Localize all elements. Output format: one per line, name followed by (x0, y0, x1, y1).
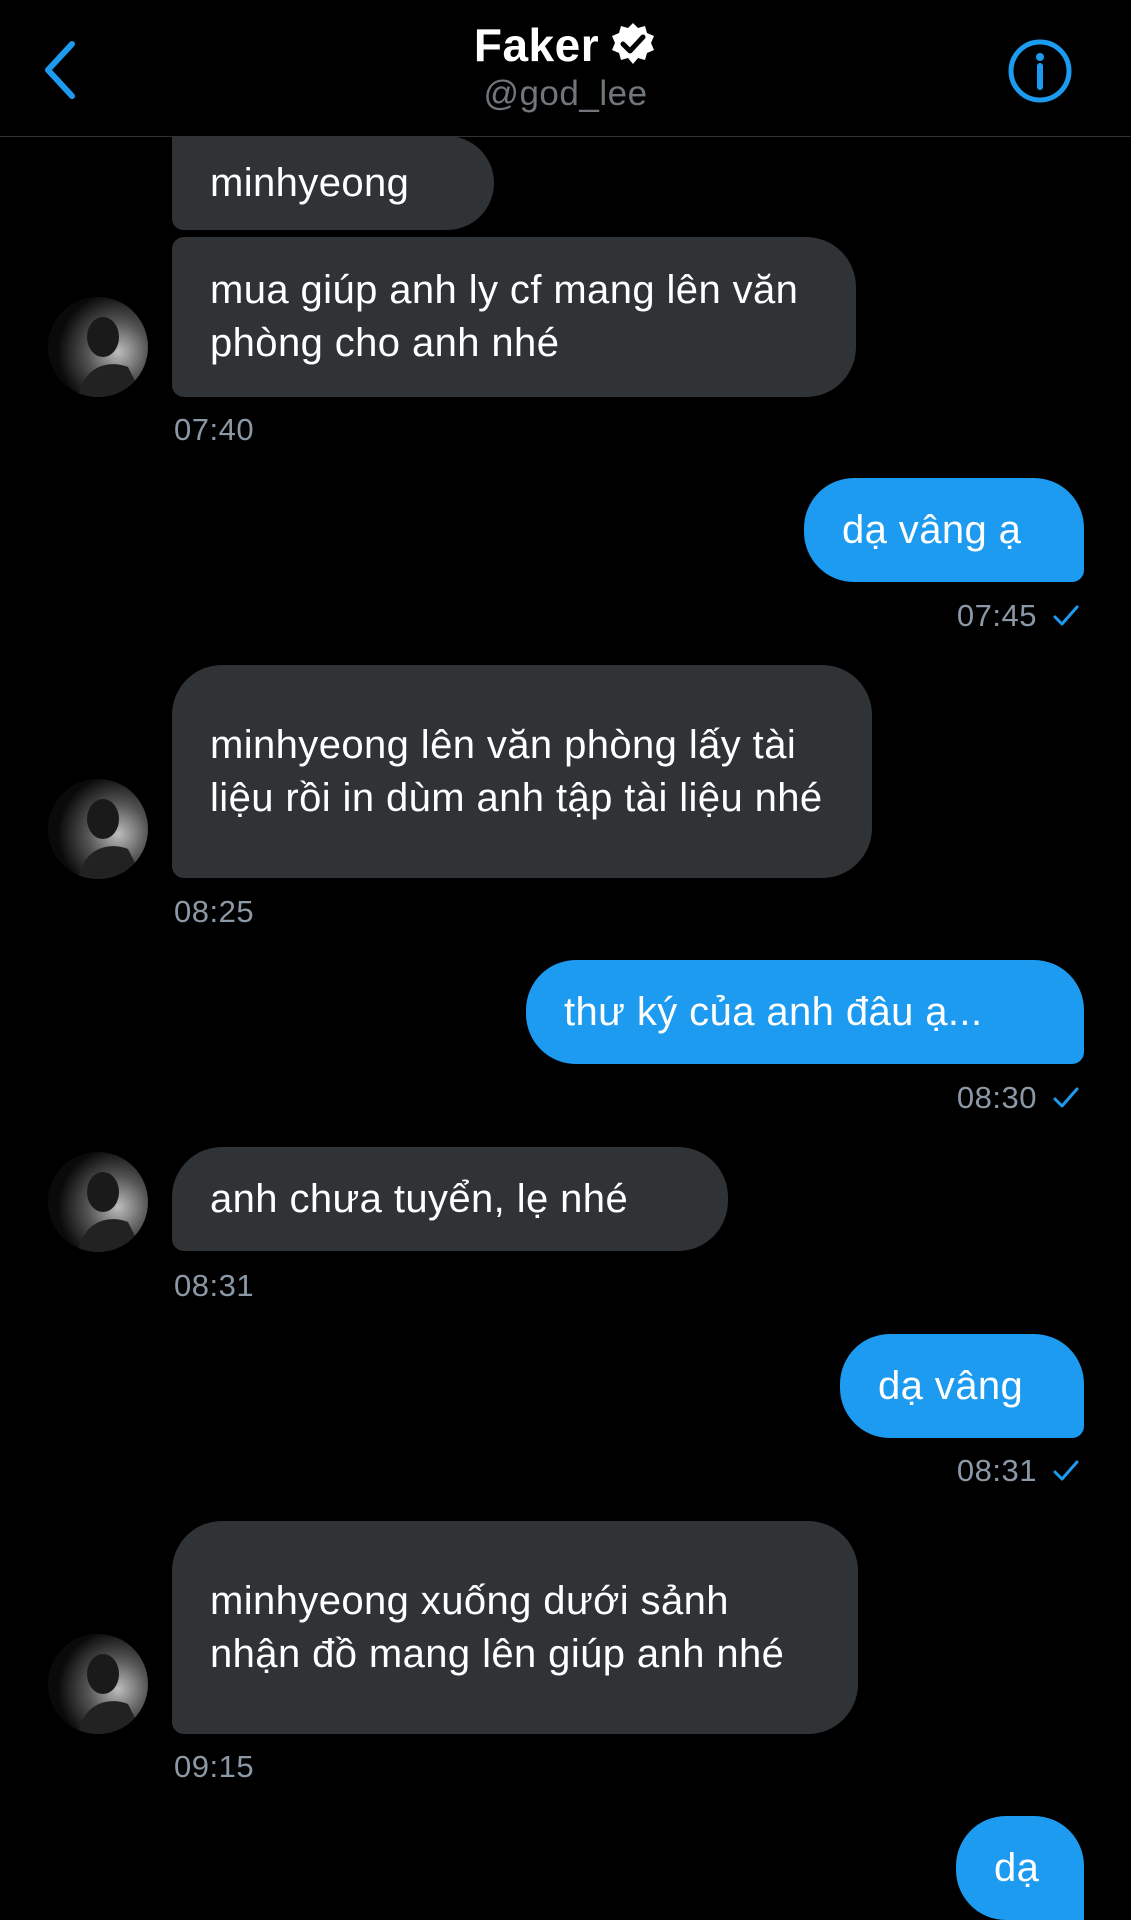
message-status: 07:45 (957, 598, 1081, 634)
conversation-title[interactable]: Faker @god_lee (0, 18, 1131, 114)
outgoing-message-bubble[interactable]: thư ký của anh đâu ạ... (526, 960, 1084, 1064)
message-text: dạ (994, 1845, 1040, 1890)
message-text: minhyeong (210, 160, 410, 205)
outgoing-message-bubble[interactable]: dạ vâng ạ (804, 478, 1084, 582)
message-text: minhyeong lên văn phòng lấy tài liệu rồi… (210, 722, 823, 820)
incoming-message-bubble[interactable]: minhyeong lên văn phòng lấy tài liệu rồi… (172, 665, 872, 878)
message-timestamp: 08:30 (956, 1080, 1037, 1115)
avatar-photo (48, 1634, 148, 1734)
checkmark-icon (1053, 605, 1079, 626)
contact-avatar[interactable] (48, 1152, 148, 1252)
checkmark-icon (1053, 1087, 1079, 1108)
checkmark-icon (1053, 1460, 1079, 1481)
info-circle-icon (1008, 39, 1072, 103)
verified-badge-icon (612, 23, 655, 64)
contact-avatar[interactable] (48, 297, 148, 397)
info-button[interactable] (1007, 38, 1073, 104)
avatar-photo (48, 297, 148, 397)
message-text: dạ vâng ạ (842, 507, 1022, 552)
avatar-photo (48, 779, 148, 879)
message-text: mua giúp anh ly cf mang lên văn phòng ch… (210, 268, 799, 365)
incoming-message-bubble[interactable]: anh chưa tuyển, lẹ nhé (172, 1147, 728, 1251)
message-timestamp: 08:31 (174, 1268, 255, 1303)
contact-name: Faker (473, 19, 600, 71)
message-status: 08:30 (957, 1080, 1081, 1116)
message-status: 08:31 (957, 1453, 1081, 1489)
contact-avatar[interactable] (48, 1634, 148, 1734)
message-text: dạ vâng (878, 1363, 1024, 1408)
message-text: anh chưa tuyển, lẹ nhé (210, 1176, 629, 1221)
avatar-photo (48, 1152, 148, 1252)
contact-handle: @god_lee (483, 74, 648, 113)
contact-avatar[interactable] (48, 779, 148, 879)
outgoing-message-bubble[interactable]: dạ (956, 1816, 1084, 1920)
outgoing-message-bubble[interactable]: dạ vâng (840, 1334, 1084, 1438)
message-timestamp: 08:31 (956, 1453, 1037, 1488)
message-timestamp: 07:40 (174, 412, 255, 447)
conversation-header: Faker @god_lee (0, 0, 1131, 137)
message-timestamp: 09:15 (174, 1749, 255, 1784)
message-timestamp: 08:25 (174, 894, 255, 929)
incoming-message-bubble[interactable]: mua giúp anh ly cf mang lên văn phòng ch… (172, 237, 856, 397)
incoming-message-bubble[interactable]: minhyeong (172, 136, 494, 230)
message-text: thư ký của anh đâu ạ... (564, 989, 983, 1034)
message-text: minhyeong xuống dưới sảnh nhận đồ mang l… (210, 1578, 785, 1676)
message-timestamp: 07:45 (956, 598, 1037, 633)
incoming-message-bubble[interactable]: minhyeong xuống dưới sảnh nhận đồ mang l… (172, 1521, 858, 1734)
